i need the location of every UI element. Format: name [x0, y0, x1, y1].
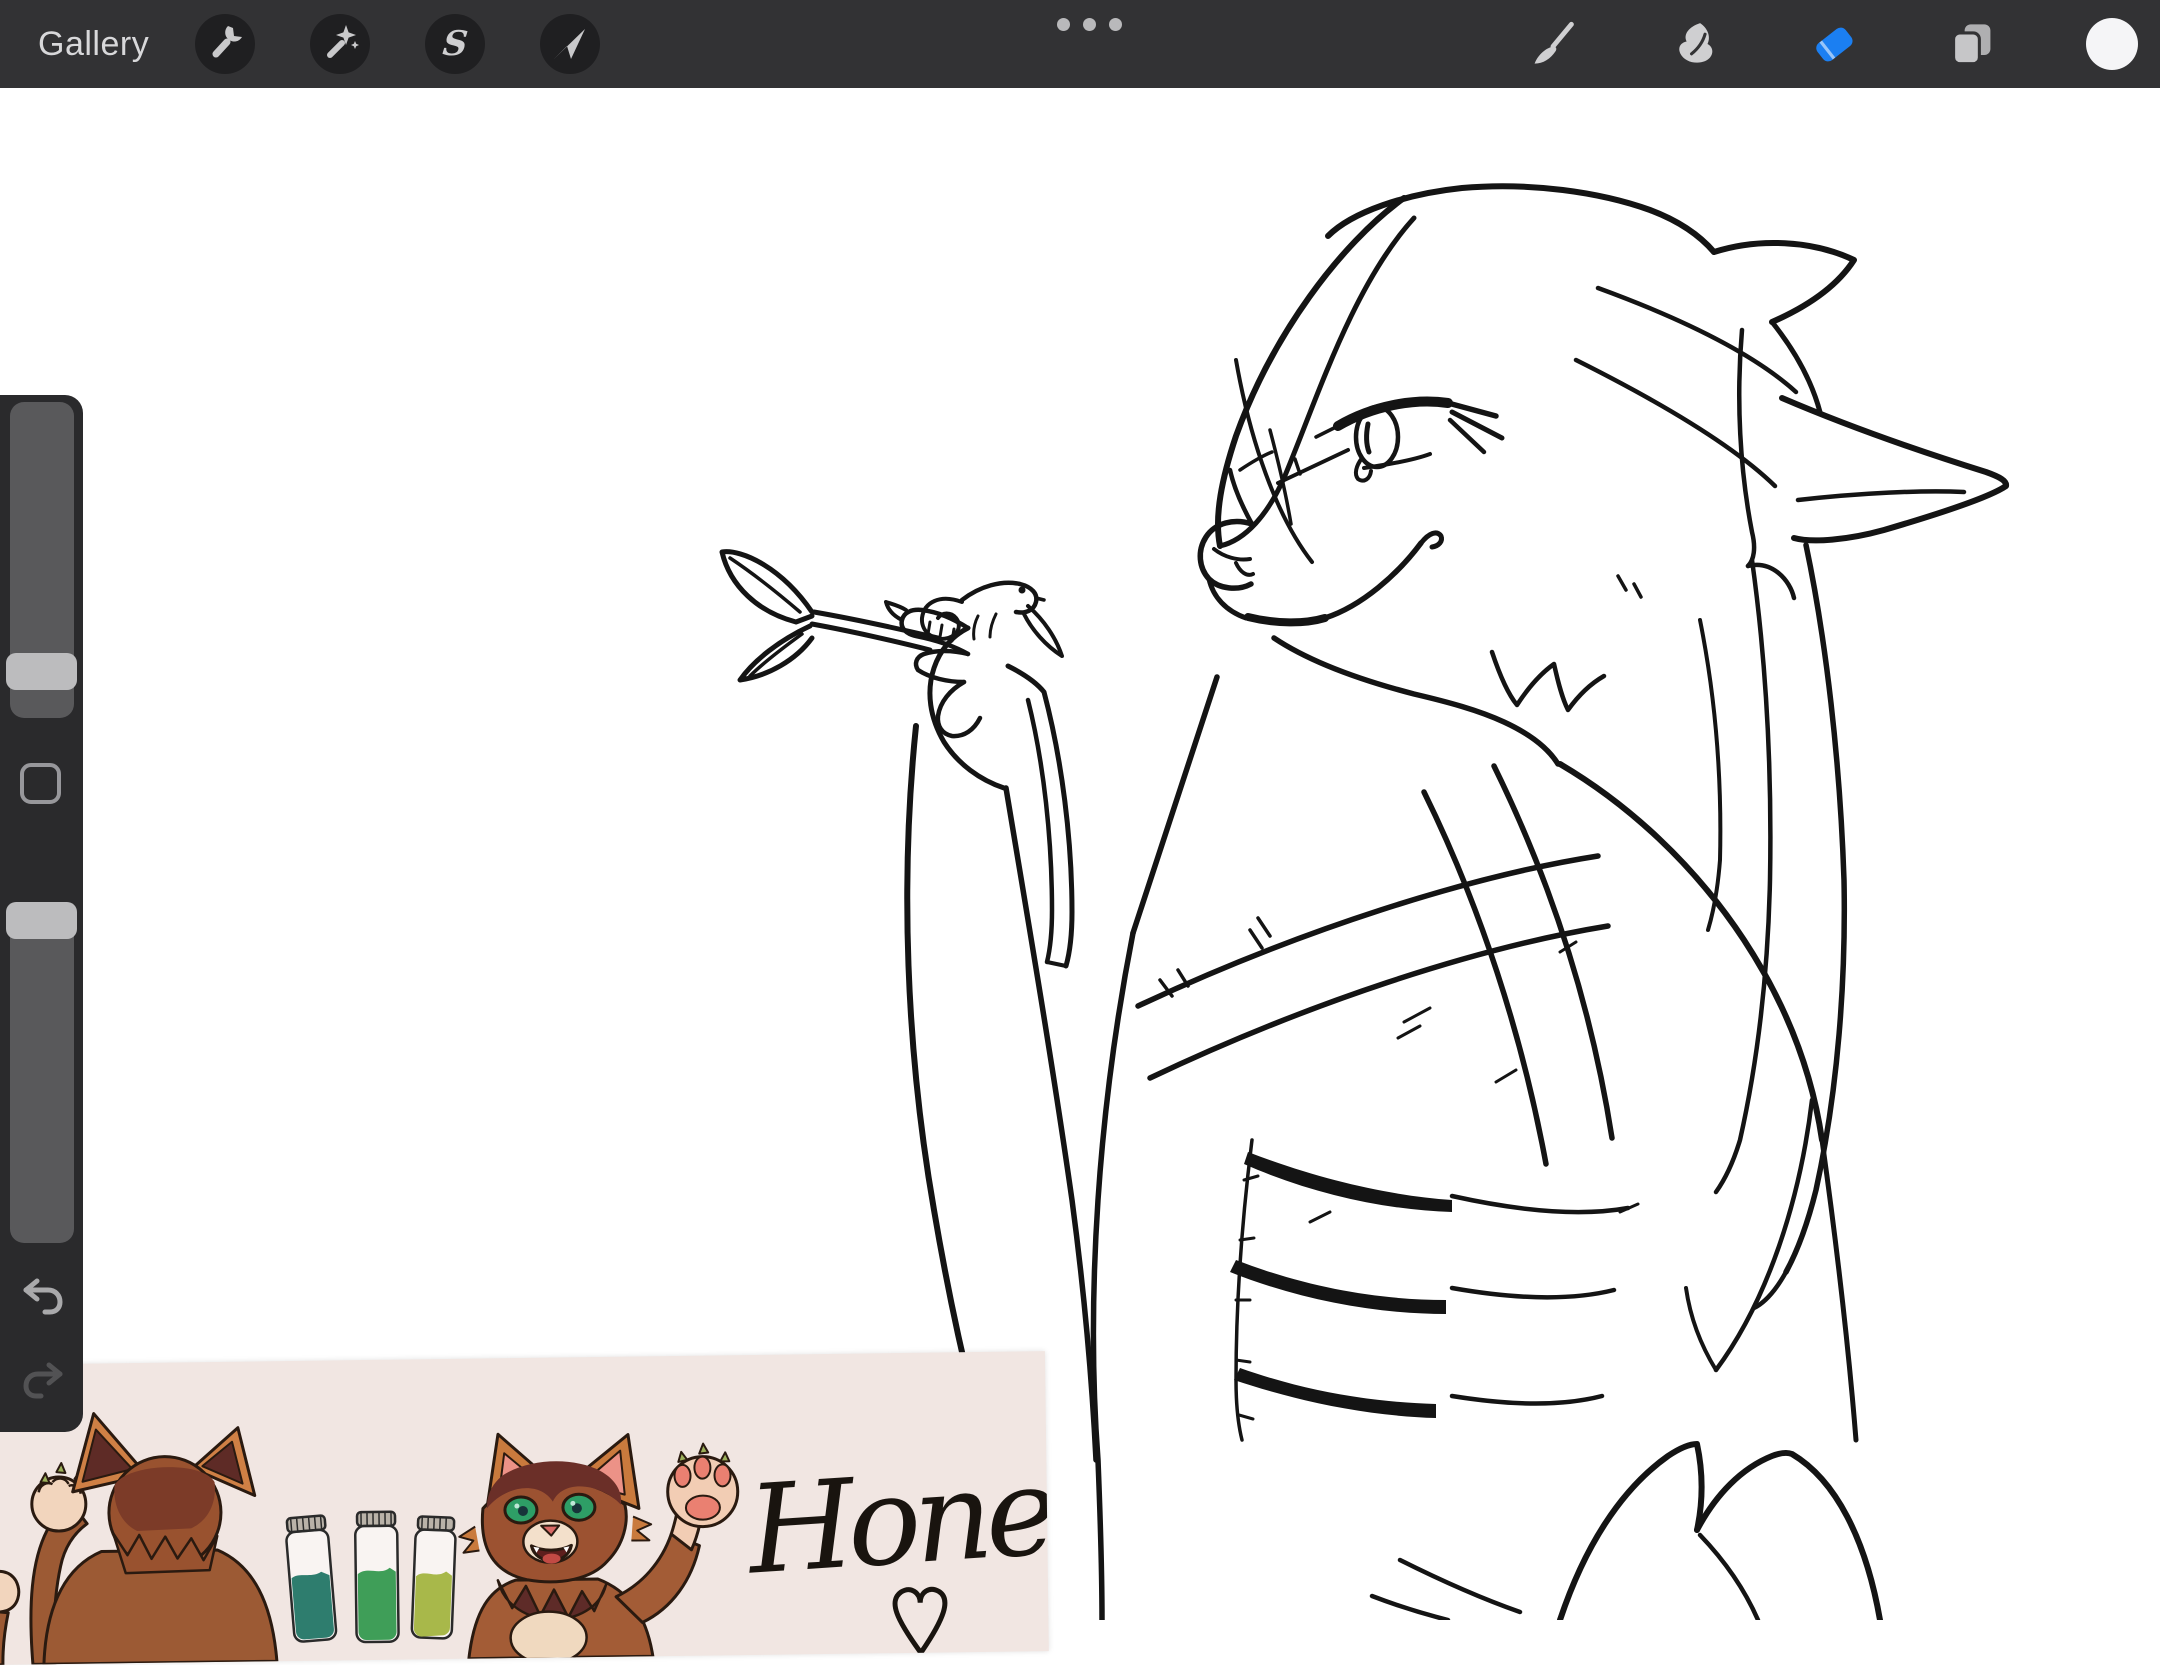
opacity-slider[interactable] — [10, 903, 74, 1243]
more-ellipsis-icon — [1083, 18, 1096, 31]
reference-jars — [285, 1511, 458, 1643]
reference-caption: Honey — [742, 1435, 1049, 1601]
color-swatch-button[interactable] — [2078, 10, 2146, 78]
transform-button[interactable] — [540, 14, 600, 74]
more-options-button[interactable] — [1057, 18, 1122, 31]
reference-caption-group: Honey — [742, 1435, 1049, 1601]
redo-button[interactable] — [21, 1361, 65, 1401]
heart-doodle-icon — [895, 1589, 946, 1653]
layers-button[interactable] — [1938, 10, 2006, 78]
top-toolbar: Gallery S — [0, 0, 2160, 88]
layers-icon — [1945, 17, 1999, 71]
procreate-canvas-screen: { "window": {"width": 2160, "height": 16… — [0, 0, 2160, 1620]
eraser-icon — [1806, 16, 1862, 72]
sidebar — [0, 395, 83, 1432]
reference-image[interactable]: Honey — [0, 1351, 1049, 1665]
reference-right-character — [458, 1431, 740, 1665]
jar-teal — [285, 1515, 337, 1642]
paint-tool-button[interactable] — [1519, 10, 1587, 78]
modify-square-button[interactable] — [20, 763, 61, 804]
actions-button[interactable] — [195, 14, 255, 74]
transform-arrow-icon — [548, 22, 592, 66]
more-ellipsis-icon — [1109, 18, 1122, 31]
wrench-icon — [203, 22, 247, 66]
smudge-tool-button[interactable] — [1660, 10, 1728, 78]
reference-left-character — [0, 1411, 277, 1665]
jar-green — [355, 1512, 399, 1643]
brush-size-slider-handle[interactable] — [6, 653, 77, 690]
brush-icon — [1526, 17, 1580, 71]
gallery-button[interactable]: Gallery — [38, 0, 149, 88]
undo-button[interactable] — [21, 1277, 65, 1317]
magic-wand-icon — [318, 22, 362, 66]
smudge-icon — [1667, 17, 1721, 71]
more-ellipsis-icon — [1057, 18, 1070, 31]
jar-yellow-green — [412, 1516, 457, 1638]
opacity-slider-handle[interactable] — [6, 902, 77, 939]
color-circle-icon — [2086, 18, 2138, 70]
adjustments-button[interactable] — [310, 14, 370, 74]
selection-s-icon: S — [441, 27, 469, 61]
selection-button[interactable]: S — [425, 14, 485, 74]
eraser-tool-button[interactable] — [1800, 10, 1868, 78]
